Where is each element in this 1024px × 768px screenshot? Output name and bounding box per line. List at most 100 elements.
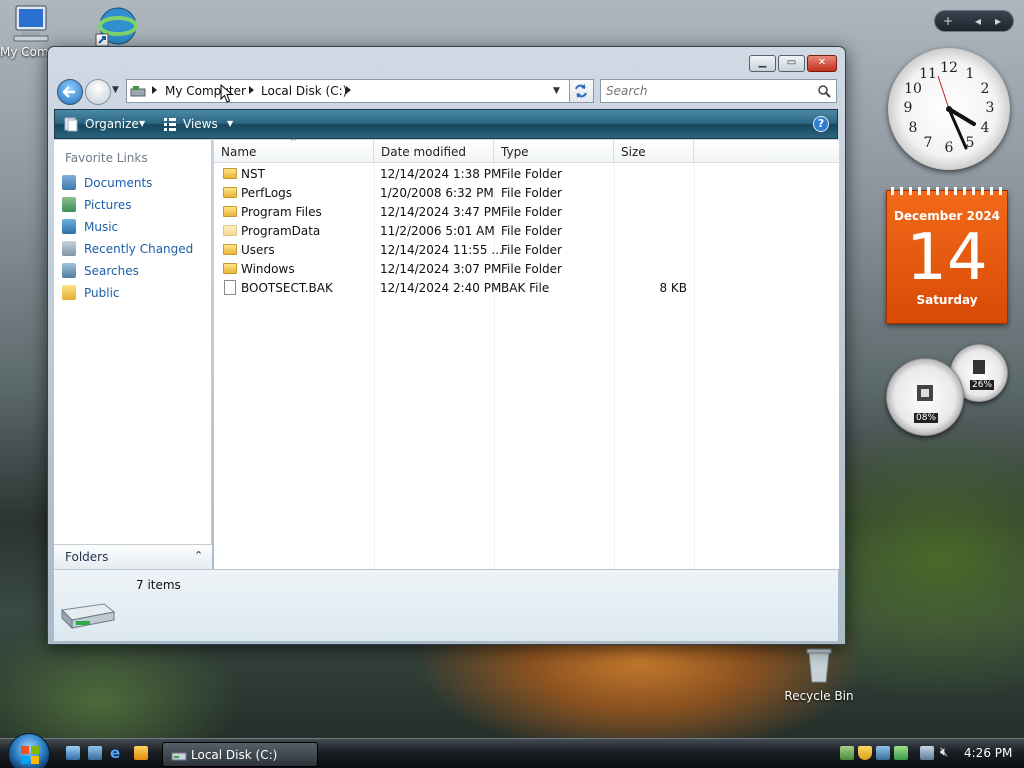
memory-chip-icon (973, 360, 985, 374)
column-header-date-modified[interactable]: Date modified (374, 140, 494, 163)
table-row[interactable]: BOOTSECT.BAK 12/14/2024 2:40 PM BAK File… (214, 279, 839, 298)
views-button[interactable]: Views ▼ (159, 110, 239, 138)
column-header-type[interactable]: Type (494, 140, 614, 163)
breadcrumb-separator[interactable] (152, 86, 157, 94)
sidebar-item-recently-changed[interactable]: Recently Changed (60, 240, 210, 260)
folders-toggle[interactable]: Folders ⌃ (54, 544, 212, 569)
media-player-icon[interactable] (134, 746, 148, 760)
file-date: 12/14/2024 3:47 PM (380, 205, 502, 219)
clock-time[interactable]: 4:26 PM (964, 746, 1012, 760)
breadcrumb-local-disk[interactable]: Local Disk (C:) (261, 84, 347, 98)
breadcrumb-separator[interactable] (249, 86, 254, 94)
table-row[interactable]: NST 12/14/2024 1:38 PM File Folder (214, 165, 839, 184)
column-header-name[interactable]: Name ^ (214, 137, 374, 163)
desktop-icon-recycle-bin[interactable]: Recycle Bin (782, 646, 856, 703)
network-connection-icon[interactable] (920, 746, 934, 760)
organize-button[interactable]: Organize ▼ (55, 110, 155, 138)
sidebar-item-label: Recently Changed (84, 242, 194, 256)
file-list: Name ^ Date modified Type Size NST 12/14… (214, 137, 839, 569)
sidebar-item-music[interactable]: Music (60, 218, 210, 238)
file-name: PerfLogs (241, 186, 293, 200)
file-name: Users (241, 243, 275, 257)
sidebar-item-label: Searches (84, 264, 139, 278)
sidebar-item-searches[interactable]: Searches (60, 262, 210, 282)
sort-ascending-icon: ^ (290, 137, 297, 146)
minimize-button[interactable]: ▁ (749, 55, 776, 72)
address-bar[interactable]: My Computer Local Disk (C:) ▼ (126, 79, 594, 103)
chevron-left-icon[interactable]: ◂ (975, 14, 981, 28)
taskbar-item-local-disk[interactable]: Local Disk (C:) (162, 742, 318, 767)
folder-icon (223, 244, 237, 255)
calendar-rings (891, 187, 1003, 195)
file-icon (224, 280, 236, 295)
sidebar-item-documents[interactable]: Documents (60, 174, 210, 194)
forward-button[interactable] (85, 79, 111, 105)
update-tray-icon[interactable] (894, 746, 908, 760)
file-type: File Folder (501, 243, 562, 257)
file-name: NST (241, 167, 265, 181)
table-row[interactable]: PerfLogs 1/20/2008 6:32 PM File Folder (214, 184, 839, 203)
documents-icon (62, 175, 76, 190)
search-input[interactable] (601, 80, 811, 102)
table-row[interactable]: Windows 12/14/2024 3:07 PM File Folder (214, 260, 839, 279)
close-button[interactable]: ✕ (807, 55, 837, 72)
file-date: 11/2/2006 5:01 AM (380, 224, 495, 238)
refresh-icon (575, 84, 587, 98)
hard-drive-icon (60, 603, 116, 630)
breadcrumb-separator[interactable] (346, 86, 351, 94)
file-type: File Folder (501, 205, 562, 219)
folder-icon (223, 206, 237, 217)
internet-explorer-icon[interactable]: e (110, 744, 120, 762)
table-row[interactable]: Program Files 12/14/2024 3:47 PM File Fo… (214, 203, 839, 222)
column-header-label: Size (621, 145, 646, 159)
recycle-bin-icon (806, 648, 832, 683)
calendar-weekday: Saturday (916, 293, 978, 307)
calendar-gadget[interactable]: December 2024 14 Saturday (886, 187, 1008, 324)
refresh-button[interactable] (569, 80, 593, 102)
cpu-meter-gadget[interactable]: 08% (886, 358, 964, 436)
table-row[interactable]: ProgramData 11/2/2006 5:01 AM File Folde… (214, 222, 839, 241)
chevron-down-icon: ▼ (139, 119, 146, 128)
history-dropdown-icon[interactable]: ▼ (112, 85, 119, 95)
maximize-button[interactable]: ▭ (778, 55, 805, 72)
back-button[interactable] (57, 79, 83, 105)
table-row[interactable]: Users 12/14/2024 11:55 ... File Folder (214, 241, 839, 260)
file-date: 12/14/2024 11:55 ... (380, 243, 503, 257)
add-gadget-icon[interactable]: + (943, 14, 953, 28)
file-type: File Folder (501, 186, 562, 200)
help-button[interactable]: ? (813, 116, 829, 132)
file-type: BAK File (501, 281, 550, 295)
memory-percent: 26% (970, 380, 995, 390)
file-name: Windows (241, 262, 295, 276)
column-header-label: Date modified (381, 145, 467, 159)
clock-hands (937, 75, 976, 150)
column-header-label: Type (501, 145, 529, 159)
file-name: ProgramData (241, 224, 321, 238)
arrow-left-icon (62, 86, 75, 98)
network-tray-icon[interactable] (840, 746, 854, 760)
sidebar-item-public[interactable]: Public (60, 284, 210, 304)
switch-windows-icon[interactable] (88, 746, 102, 760)
sidebar-item-label: Music (84, 220, 119, 234)
start-button[interactable] (8, 733, 50, 768)
desktop-icon-browser[interactable] (94, 6, 142, 48)
cpu-chip-icon (917, 385, 933, 401)
show-desktop-icon[interactable] (66, 746, 80, 760)
file-date: 12/14/2024 2:40 PM (380, 281, 502, 295)
file-name: Program Files (241, 205, 322, 219)
clock-gadget[interactable]: 12 1 2 3 4 5 6 7 8 9 10 11 (888, 48, 1010, 170)
column-header-size[interactable]: Size (614, 140, 694, 163)
sidebar-item-label: Pictures (84, 198, 132, 212)
organize-label: Organize (85, 117, 139, 131)
volume-muted-icon[interactable]: 🔇︎ (940, 745, 948, 760)
security-shield-icon[interactable] (858, 746, 872, 760)
search-icon[interactable] (817, 84, 832, 99)
organize-icon (64, 117, 78, 132)
chevron-right-icon[interactable]: ▸ (995, 14, 1001, 28)
views-icon (164, 118, 176, 131)
sidebar-item-pictures[interactable]: Pictures (60, 196, 210, 216)
device-tray-icon[interactable] (876, 746, 890, 760)
folder-icon (223, 187, 237, 198)
address-dropdown-icon[interactable]: ▼ (553, 86, 560, 96)
search-box[interactable] (600, 79, 837, 103)
